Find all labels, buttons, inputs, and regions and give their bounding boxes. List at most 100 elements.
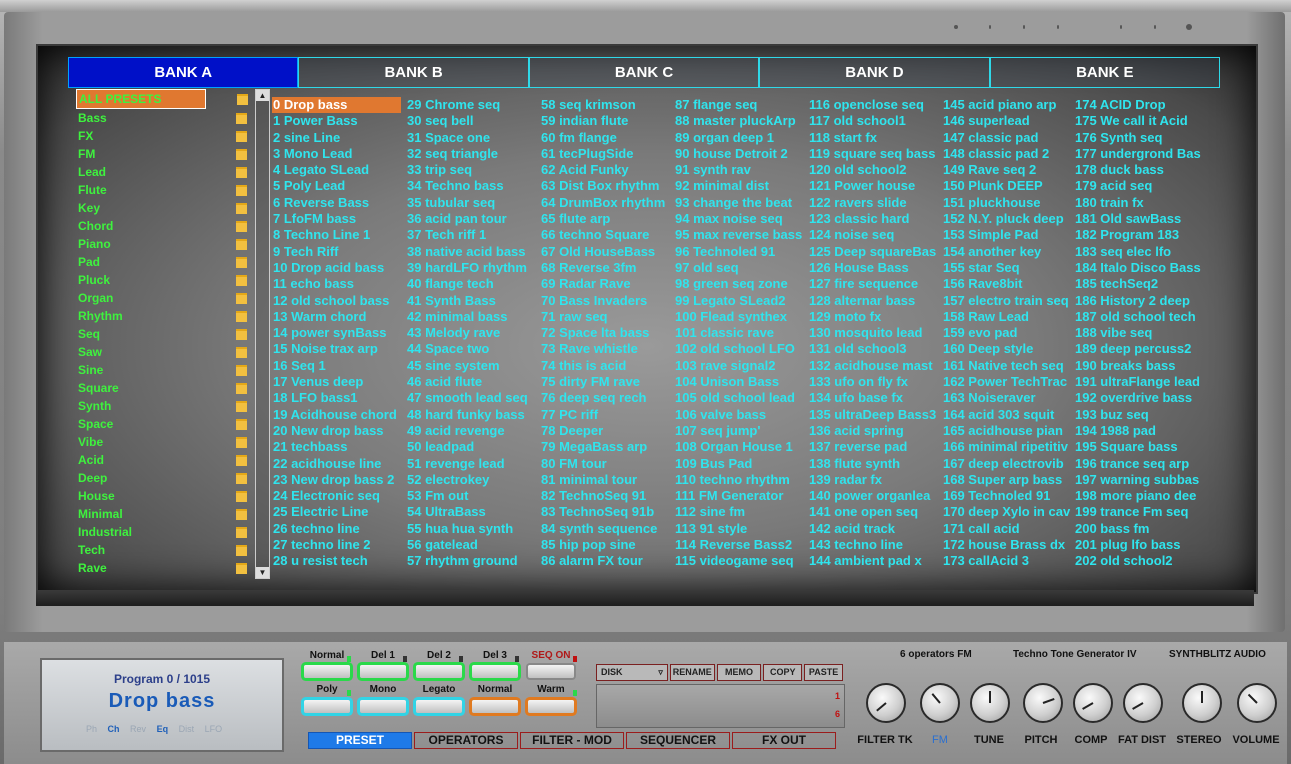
preset-item[interactable]: 177 undergrond Bas (1074, 146, 1201, 162)
category-item[interactable]: Rhythm (76, 307, 256, 325)
preset-item[interactable]: 142 acid track (808, 521, 936, 537)
preset-item[interactable]: 136 acid spring (808, 423, 936, 439)
preset-item[interactable]: 12 old school bass (272, 293, 401, 309)
preset-item[interactable]: 150 Plunk DEEP (942, 178, 1070, 194)
preset-item[interactable]: 159 evo pad (942, 325, 1070, 341)
preset-item[interactable]: 127 fire sequence (808, 276, 936, 292)
preset-item[interactable]: 185 techSeq2 (1074, 276, 1201, 292)
category-item[interactable]: FX (76, 127, 256, 145)
preset-item[interactable]: 103 rave signal2 (674, 358, 802, 374)
preset-item[interactable]: 161 Native tech seq (942, 358, 1070, 374)
preset-item[interactable]: 3 Mono Lead (272, 146, 401, 162)
preset-item[interactable]: 59 indian flute (540, 113, 665, 129)
preset-item[interactable]: 72 Space lta bass (540, 325, 665, 341)
copy-button[interactable]: COPY (763, 664, 803, 681)
preset-item[interactable]: 182 Program 183 (1074, 227, 1201, 243)
category-item[interactable]: Deep (76, 469, 256, 487)
preset-item[interactable]: 169 Technoled 91 (942, 488, 1070, 504)
poly-switch[interactable] (304, 700, 350, 713)
preset-item[interactable]: 168 Super arp bass (942, 472, 1070, 488)
preset-item[interactable]: 30 seq bell (406, 113, 528, 129)
preset-item[interactable]: 93 change the beat (674, 195, 802, 211)
preset-item[interactable]: 200 bass fm (1074, 521, 1201, 537)
fm-knob[interactable] (920, 683, 960, 723)
preset-item[interactable]: 111 FM Generator (674, 488, 802, 504)
tab-bank-c[interactable]: BANK C (528, 57, 760, 88)
preset-item[interactable]: 63 Dist Box rhythm (540, 178, 665, 194)
preset-item[interactable]: 8 Techno Line 1 (272, 227, 401, 243)
category-item[interactable]: Saw (76, 343, 256, 361)
preset-item[interactable]: 178 duck bass (1074, 162, 1201, 178)
preset-item[interactable]: 27 techno line 2 (272, 537, 401, 553)
seq-on-switch[interactable] (528, 665, 574, 678)
category-item[interactable]: Space (76, 415, 256, 433)
preset-item[interactable]: 137 reverse pad (808, 439, 936, 455)
preset-item[interactable]: 117 old school1 (808, 113, 936, 129)
category-item[interactable]: Synth (76, 397, 256, 415)
preset-item[interactable]: 87 flange seq (674, 97, 802, 113)
preset-item[interactable]: 28 u resist tech (272, 553, 401, 569)
preset-item[interactable]: 170 deep Xylo in cav (942, 504, 1070, 520)
preset-item[interactable]: 140 power organlea (808, 488, 936, 504)
tab-bank-d[interactable]: BANK D (759, 57, 990, 88)
rename-button[interactable]: RENAME (669, 664, 715, 681)
scroll-up-arrow-icon[interactable]: ▲ (256, 90, 269, 101)
preset-item[interactable]: 196 trance seq arp (1074, 456, 1201, 472)
category-item[interactable]: Acid (76, 451, 256, 469)
preset-item[interactable]: 58 seq krimson (540, 97, 665, 113)
preset-item[interactable]: 157 electro train seq (942, 293, 1070, 309)
preset-item[interactable]: 48 hard funky bass (406, 407, 528, 423)
preset-item[interactable]: 26 techno line (272, 521, 401, 537)
category-item[interactable]: Rave (76, 559, 256, 577)
preset-item[interactable]: 135 ultraDeep Bass3 (808, 407, 936, 423)
category-item[interactable]: FM (76, 145, 256, 163)
category-item[interactable]: Lead (76, 163, 256, 181)
preset-item[interactable]: 75 dirty FM rave (540, 374, 665, 390)
preset-item[interactable]: 44 Space two (406, 341, 528, 357)
preset-item[interactable]: 201 plug lfo bass (1074, 537, 1201, 553)
preset-item[interactable]: 42 minimal bass (406, 309, 528, 325)
preset-item[interactable]: 5 Poly Lead (272, 178, 401, 194)
preset-item[interactable]: 110 techno rhythm (674, 472, 802, 488)
category-item[interactable]: Pad (76, 253, 256, 271)
preset-item[interactable]: 70 Bass Invaders (540, 293, 665, 309)
preset-item[interactable]: 134 ufo base fx (808, 390, 936, 406)
category-item[interactable]: Tech (76, 541, 256, 559)
preset-item[interactable]: 153 Simple Pad (942, 227, 1070, 243)
category-item[interactable]: Minimal (76, 505, 256, 523)
preset-item[interactable]: 32 seq triangle (406, 146, 528, 162)
preset-item[interactable]: 202 old school2 (1074, 553, 1201, 569)
preset-item[interactable]: 91 synth rav (674, 162, 802, 178)
preset-item[interactable]: 25 Electric Line (272, 504, 401, 520)
preset-item[interactable]: 45 sine system (406, 358, 528, 374)
preset-item[interactable]: 76 deep seq rech (540, 390, 665, 406)
preset-item[interactable]: 130 mosquito lead (808, 325, 936, 341)
preset-item[interactable]: 171 call acid (942, 521, 1070, 537)
pitch-knob[interactable] (1023, 683, 1063, 723)
preset-item[interactable]: 56 gatelead (406, 537, 528, 553)
preset-item[interactable]: 138 flute synth (808, 456, 936, 472)
preset-item[interactable]: 115 videogame seq (674, 553, 802, 569)
tab-bank-e[interactable]: BANK E (989, 57, 1221, 88)
category-item[interactable]: Square (76, 379, 256, 397)
preset-item[interactable]: 189 deep percuss2 (1074, 341, 1201, 357)
preset-item[interactable]: 154 another key (942, 244, 1070, 260)
preset-item[interactable]: 194 1988 pad (1074, 423, 1201, 439)
preset-item[interactable]: 21 techbass (272, 439, 401, 455)
preset-item[interactable]: 158 Raw Lead (942, 309, 1070, 325)
category-item[interactable]: ALL PRESETS (76, 89, 248, 109)
preset-item[interactable]: 199 trance Fm seq (1074, 504, 1201, 520)
preset-item[interactable]: 180 train fx (1074, 195, 1201, 211)
preset-item[interactable]: 98 green seq zone (674, 276, 802, 292)
preset-item[interactable]: 198 more piano dee (1074, 488, 1201, 504)
preset-item[interactable]: 67 Old HouseBass (540, 244, 665, 260)
preset-item[interactable]: 41 Synth Bass (406, 293, 528, 309)
preset-item[interactable]: 101 classic rave (674, 325, 802, 341)
preset-item[interactable]: 95 max reverse bass (674, 227, 802, 243)
preset-item[interactable]: 35 tubular seq (406, 195, 528, 211)
tab-operators[interactable]: OPERATORS (414, 732, 518, 749)
preset-item[interactable]: 10 Drop acid bass (272, 260, 401, 276)
preset-item[interactable]: 77 PC riff (540, 407, 665, 423)
preset-item[interactable]: 163 Noiseraver (942, 390, 1070, 406)
preset-item[interactable]: 18 LFO bass1 (272, 390, 401, 406)
